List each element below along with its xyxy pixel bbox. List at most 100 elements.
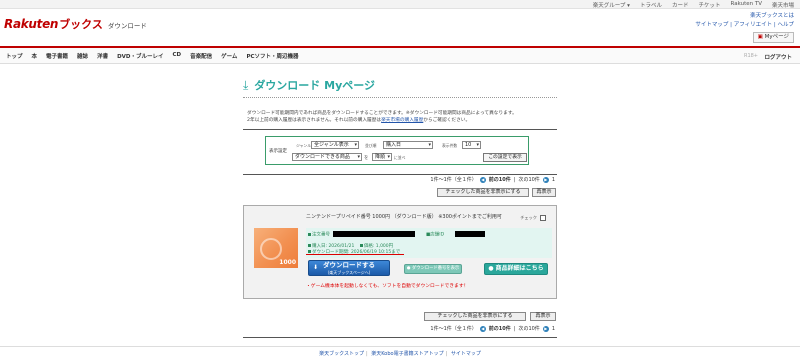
status-suffix: を bbox=[364, 156, 369, 161]
page-title: ⤓ ダウンロード Myページ bbox=[243, 77, 375, 93]
page-title-text: ダウンロード Myページ bbox=[254, 79, 376, 92]
bullet-icon: ● bbox=[488, 265, 494, 272]
nav-item-top[interactable]: トップ bbox=[6, 52, 23, 60]
footer-links: 楽天ブックストップ | 楽天Kobo電子書籍ストアトップ | サイトマップ bbox=[319, 351, 481, 357]
redisplay-button-bottom[interactable]: 再表示 bbox=[530, 312, 556, 321]
redisplay-button[interactable]: 再表示 bbox=[532, 188, 556, 197]
divider bbox=[243, 129, 557, 130]
notice-line-2a: 2年以上前の購入履歴は表示されません。それ以前の購入履歴は bbox=[247, 117, 382, 123]
header-links: 楽天ブックスとは サイトマップ | アフィリエイト | ヘルプ ▣ Myページ bbox=[695, 12, 794, 43]
footer-divider bbox=[0, 346, 800, 347]
bullet-icon: ● bbox=[406, 266, 411, 271]
link-card[interactable]: カード bbox=[672, 1, 689, 9]
footer-link-sitemap[interactable]: サイトマップ bbox=[451, 351, 481, 357]
mypage-icon: ▣ bbox=[757, 34, 763, 40]
show-download-number-button[interactable]: ● ダウンロード番号を表示 bbox=[404, 264, 462, 274]
link-rakuten-ichiba[interactable]: 楽天市場 bbox=[772, 1, 794, 9]
section-name: ダウンロード bbox=[107, 22, 147, 30]
download-button-sublabel: (楽天ブックスページへ) bbox=[327, 270, 371, 275]
link-ticket[interactable]: チケット bbox=[698, 1, 720, 9]
thumb-amount: 1000 bbox=[279, 259, 296, 266]
r18-link[interactable]: R18+ bbox=[744, 53, 758, 59]
divider bbox=[243, 174, 557, 175]
product-card: ニンテンドープリペイド番号 1000円 （ダウンロード版） ※300ポイントまで… bbox=[243, 205, 557, 299]
pager-summary: 1件～1件（全１件） bbox=[430, 326, 477, 332]
next-arrow-icon[interactable]: ▶ bbox=[542, 176, 549, 183]
notice-line-2b: からご確認ください。 bbox=[423, 117, 471, 123]
period-underline bbox=[306, 254, 404, 255]
prev-arrow-icon[interactable]: ◀ bbox=[479, 176, 486, 183]
nav-item-ebooks[interactable]: 電子書籍 bbox=[46, 52, 68, 60]
pager-top: 1件～1件（全１件） ◀ 前の10件 | 次の10件 ▶ 1 bbox=[430, 176, 555, 183]
hide-checked-button-bottom[interactable]: チェックした商品を非表示にする bbox=[424, 312, 526, 321]
order-label: 並び順 bbox=[365, 143, 377, 148]
sort-direction-select[interactable]: 降順 bbox=[372, 153, 392, 161]
order-number-label: 注文番号 bbox=[312, 232, 330, 238]
link-about-books[interactable]: 楽天ブックスとは bbox=[695, 12, 794, 21]
title-divider bbox=[243, 97, 557, 98]
shop-id-label: ■店舗ID bbox=[426, 232, 445, 238]
swirl-decoration bbox=[260, 238, 282, 260]
mypage-button[interactable]: ▣ Myページ bbox=[752, 32, 794, 43]
top-utility-bar: 楽天グループ ▾ トラベル カード チケット Rakuten TV 楽天市場 bbox=[0, 0, 800, 9]
site-logo[interactable]: Rakuten ブックス ダウンロード bbox=[4, 16, 147, 32]
genre-select[interactable]: 全ジャンル表示 bbox=[311, 141, 359, 149]
next-arrow-icon[interactable]: ▶ bbox=[542, 325, 549, 332]
apply-settings-button[interactable]: この設定で表示 bbox=[483, 153, 527, 162]
global-nav: トップ 本 電子書籍 雑誌 洋書 DVD・ブルーレイ CD 音楽配信 ゲーム P… bbox=[0, 46, 800, 64]
order-select[interactable]: 購入日 bbox=[383, 141, 433, 149]
page-number[interactable]: 1 bbox=[552, 177, 555, 183]
page-number[interactable]: 1 bbox=[552, 326, 555, 332]
link-rakuten-group[interactable]: 楽天グループ ▾ bbox=[593, 1, 630, 9]
nav-item-music[interactable]: 音楽配信 bbox=[190, 52, 212, 60]
genre-label: ジャンル bbox=[296, 143, 311, 148]
nav-item-foreign-books[interactable]: 洋書 bbox=[97, 52, 108, 60]
logo-sub: ブックス bbox=[59, 18, 103, 31]
prev-page-link[interactable]: 前の10件 bbox=[489, 176, 511, 183]
link-rakuten-tv[interactable]: Rakuten TV bbox=[731, 1, 762, 9]
display-settings-panel: 表示設定 ジャンル 全ジャンル表示 並び順 購入日 表示件数 10 ダウンロード… bbox=[265, 136, 529, 165]
link-affiliate[interactable]: アフィリエイト bbox=[734, 22, 772, 28]
nav-item-games[interactable]: ゲーム bbox=[221, 52, 237, 60]
prev-arrow-icon[interactable]: ◀ bbox=[479, 325, 486, 332]
auto-download-notice: ・ゲーム機本体を起動しなくても、ソフトを自動でダウンロードできます！ bbox=[306, 284, 469, 289]
next-page-link[interactable]: 次の10件 bbox=[518, 176, 539, 183]
footer-link-books-top[interactable]: 楽天ブックストップ bbox=[319, 351, 364, 357]
product-detail-label: 商品詳細はこちら bbox=[495, 265, 544, 272]
hide-checked-button[interactable]: チェックした商品を非表示にする bbox=[437, 188, 529, 197]
pager-separator: | bbox=[513, 325, 516, 332]
link-sitemap[interactable]: サイトマップ bbox=[695, 22, 728, 28]
purchase-history-link[interactable]: 楽天市場の購入履歴 bbox=[381, 118, 423, 123]
divider bbox=[243, 337, 557, 338]
nav-item-cd[interactable]: CD bbox=[172, 52, 181, 60]
product-check[interactable]: チェック bbox=[520, 215, 546, 221]
count-label: 表示件数 bbox=[442, 143, 458, 148]
download-button[interactable]: ⬇ ダウンロードする (楽天ブックスページへ) bbox=[308, 260, 390, 276]
next-page-link[interactable]: 次の10件 bbox=[518, 325, 539, 332]
prev-page-link[interactable]: 前の10件 bbox=[489, 325, 511, 332]
count-select[interactable]: 10 bbox=[462, 141, 481, 149]
link-travel[interactable]: トラベル bbox=[640, 1, 662, 9]
download-button-label: ダウンロードする bbox=[323, 261, 375, 269]
redacted-shop-id bbox=[455, 231, 486, 237]
product-detail-button[interactable]: ● 商品詳細はこちら bbox=[484, 263, 548, 275]
shop-id-row: ■店舗ID bbox=[426, 231, 486, 238]
status-select[interactable]: ダウンロードできる商品 bbox=[292, 153, 362, 161]
nav-item-books[interactable]: 本 bbox=[32, 52, 38, 60]
download-arrow-icon: ⬇ bbox=[313, 264, 319, 271]
check-label: チェック bbox=[520, 215, 537, 220]
footer-link-kobo-top[interactable]: 楽天Kobo電子書籍ストアトップ bbox=[371, 351, 443, 357]
nav-item-magazines[interactable]: 雑誌 bbox=[77, 52, 88, 60]
link-help[interactable]: ヘルプ bbox=[777, 22, 794, 28]
pager-summary: 1件～1件（全１件） bbox=[430, 177, 477, 183]
product-checkbox[interactable] bbox=[540, 215, 546, 221]
product-thumbnail[interactable]: 1000 bbox=[254, 228, 298, 268]
nav-item-pc-software[interactable]: PCソフト・周辺機器 bbox=[246, 52, 298, 60]
notice-text: ダウンロード可能期間内であれば商品をダウンロードすることができます。※ダウンロー… bbox=[247, 111, 557, 124]
sort-suffix: に並べ bbox=[394, 155, 406, 160]
pager-separator: | bbox=[513, 176, 516, 183]
redacted-order-number bbox=[333, 231, 416, 237]
nav-item-dvd-bluray[interactable]: DVD・ブルーレイ bbox=[117, 52, 163, 60]
product-name[interactable]: ニンテンドープリペイド番号 1000円 （ダウンロード版） ※300ポイントまで… bbox=[306, 213, 502, 220]
logout-link[interactable]: ログアウト bbox=[764, 53, 792, 61]
